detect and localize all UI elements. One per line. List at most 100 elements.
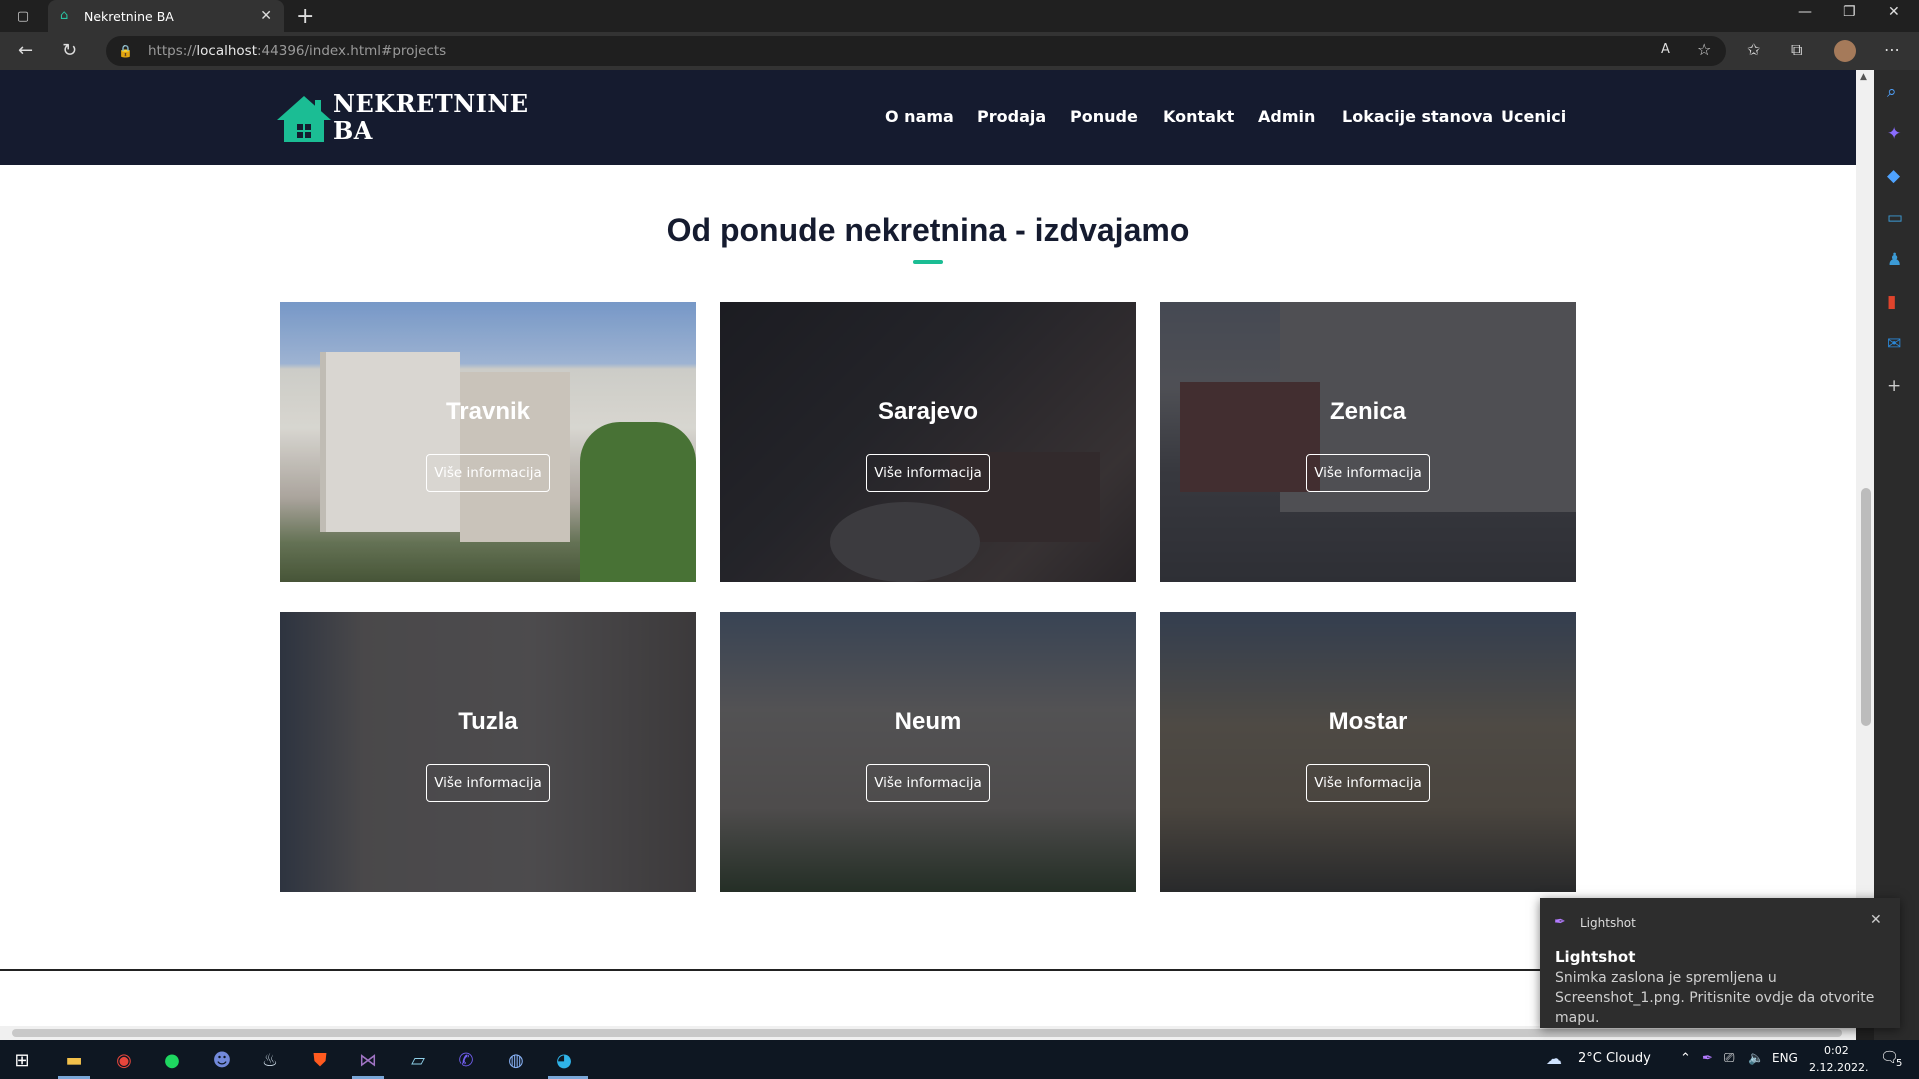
toast-app-name: Lightshot (1580, 916, 1636, 930)
more-info-button[interactable]: Više informacija (426, 454, 550, 492)
chrome-icon[interactable]: ◉ (112, 1048, 136, 1072)
weather-text[interactable]: 2°C Cloudy (1578, 1051, 1651, 1066)
network-icon[interactable]: ⎚ (1724, 1051, 1734, 1066)
toast-close-icon[interactable]: ✕ (1870, 912, 1882, 928)
card-city: Zenica (1329, 398, 1407, 425)
notification-count: 5 (1896, 1058, 1903, 1069)
more-info-button[interactable]: Više informacija (426, 764, 550, 802)
clock-time[interactable]: 0:02 (1824, 1044, 1849, 1057)
url-path: :44396/index.html#projects (257, 43, 447, 59)
new-tab-icon[interactable]: + (296, 4, 314, 29)
nav-admin[interactable]: Admin (1258, 107, 1315, 126)
spotify-icon[interactable]: ● (160, 1048, 184, 1072)
scroll-thumb-horizontal[interactable] (12, 1029, 1842, 1037)
add-favorite-icon[interactable]: ☆ (1697, 40, 1711, 59)
file-explorer-icon[interactable]: ▬ (62, 1048, 86, 1072)
volume-icon[interactable]: 🔈 (1748, 1051, 1764, 1066)
card-travnik[interactable]: Travnik Više informacija (280, 302, 696, 582)
tab-title: Nekretnine BA (84, 8, 174, 24)
start-icon[interactable]: ⊞ (10, 1048, 34, 1072)
nav-kontakt[interactable]: Kontakt (1163, 107, 1234, 126)
cloud-icon[interactable]: ☁ (1546, 1049, 1562, 1068)
brave-icon[interactable]: ⛊ (308, 1048, 332, 1072)
collections-icon[interactable]: ⧉ (1791, 40, 1802, 60)
address-input[interactable]: https://localhost:44396/index.html#proje… (106, 36, 1726, 66)
edge-icon[interactable]: ◕ (552, 1048, 576, 1072)
notification-toast[interactable]: ✒ Lightshot ✕ Lightshot Snimka zaslona j… (1540, 898, 1900, 1028)
clock-date[interactable]: 2.12.2022. (1809, 1061, 1868, 1074)
site-logo[interactable]: NEKRETNINE BA (275, 90, 529, 144)
add-sidebar-icon[interactable]: + (1887, 376, 1901, 396)
viber-icon[interactable]: ✆ (454, 1048, 478, 1072)
card-city: Travnik (445, 398, 531, 425)
office-icon[interactable]: ▮ (1887, 292, 1896, 312)
close-tab-icon[interactable]: ✕ (260, 8, 272, 24)
toast-heading: Lightshot (1555, 948, 1636, 966)
address-toolbar: ← ↻ https://localhost:44396/index.html#p… (0, 32, 1919, 70)
card-city: Mostar (1328, 708, 1408, 735)
lightshot-feather-icon: ✒ (1554, 914, 1566, 930)
card-neum[interactable]: Neum Više informacija (720, 612, 1136, 892)
horizontal-scrollbar[interactable] (0, 1026, 1856, 1040)
card-city: Neum (894, 708, 962, 735)
tray-chevron-icon[interactable]: ⌃ (1680, 1051, 1691, 1066)
more-info-button[interactable]: Više informacija (1306, 454, 1430, 492)
windows-taskbar: ⊞ ▬ ◉ ● ☻ ♨ ⛊ ⋈ ▱ ✆ ◍ ◕ ☁ 2°C Cloudy ⌃ ✒… (0, 1040, 1919, 1079)
browser-tab[interactable]: ⌂ Nekretnine BA ✕ (48, 0, 284, 32)
url-scheme: https:// (148, 43, 197, 59)
section-title: Od ponude nekretnina - izdvajamo (666, 212, 1190, 248)
discover-icon[interactable]: ✦ (1887, 124, 1901, 144)
nav-lokacije-stanova[interactable]: Lokacije stanova (1342, 107, 1493, 126)
scroll-up-icon[interactable]: ▲ (1860, 72, 1867, 82)
brand-line-2: BA (333, 116, 373, 145)
notepad-icon[interactable]: ▱ (406, 1048, 430, 1072)
shopping-tag-icon[interactable]: ◆ (1887, 166, 1900, 186)
nav-ponude[interactable]: Ponude (1070, 107, 1138, 126)
more-menu-icon[interactable]: ⋯ (1884, 40, 1900, 59)
favorites-icon[interactable]: ✩ (1747, 40, 1760, 59)
tab-actions-icon[interactable]: ▢ (12, 6, 34, 26)
brand-line-1: NEKRETNINE (333, 89, 529, 118)
title-underline (913, 260, 943, 264)
house-logo-icon (277, 96, 331, 142)
visual-studio-icon[interactable]: ⋈ (356, 1048, 380, 1072)
steam-icon[interactable]: ♨ (258, 1048, 282, 1072)
read-aloud-icon[interactable]: A (1661, 42, 1670, 57)
card-tuzla[interactable]: Tuzla Više informacija (280, 612, 696, 892)
card-zenica[interactable]: Zenica Više informacija (1160, 302, 1576, 582)
discord-icon[interactable]: ☻ (210, 1048, 234, 1072)
nav-prodaja[interactable]: Prodaja (977, 107, 1046, 126)
nav-o-nama[interactable]: O nama (885, 107, 954, 126)
edge-sidebar: ⌕ ✦ ◆ ▭ ♟ ▮ ✉ + (1874, 70, 1919, 1040)
browser-titlebar: ▢ ⌂ Nekretnine BA ✕ + — ❐ ✕ (0, 0, 1919, 32)
more-info-button[interactable]: Više informacija (866, 764, 990, 802)
vertical-scrollbar[interactable]: ▲ (1856, 70, 1874, 1026)
games-icon[interactable]: ♟ (1887, 250, 1902, 270)
card-mostar[interactable]: Mostar Više informacija (1160, 612, 1576, 892)
house-favicon-icon: ⌂ (60, 8, 69, 23)
nav-ucenici[interactable]: Ucenici (1501, 107, 1566, 126)
more-info-button[interactable]: Više informacija (1306, 764, 1430, 802)
toast-body: Snimka zaslona je spremljena u Screensho… (1555, 970, 1875, 1026)
tools-icon[interactable]: ▭ (1887, 208, 1903, 228)
refresh-icon[interactable]: ↻ (62, 40, 77, 61)
url-host: localhost (196, 43, 257, 59)
more-info-button[interactable]: Više informacija (866, 454, 990, 492)
search-icon[interactable]: ⌕ (1887, 82, 1897, 102)
app-icon[interactable]: ◍ (504, 1048, 528, 1072)
card-city: Sarajevo (877, 398, 979, 425)
profile-avatar[interactable] (1834, 40, 1856, 62)
back-icon[interactable]: ← (18, 40, 33, 61)
card-sarajevo[interactable]: Sarajevo Više informacija (720, 302, 1136, 582)
card-city: Tuzla (458, 708, 518, 735)
scroll-thumb[interactable] (1861, 488, 1871, 726)
minimize-icon[interactable]: — (1798, 4, 1812, 20)
outlook-icon[interactable]: ✉ (1887, 334, 1901, 354)
close-window-icon[interactable]: ✕ (1888, 4, 1900, 20)
language-indicator[interactable]: ENG (1772, 1051, 1798, 1065)
lightshot-tray-icon[interactable]: ✒ (1702, 1051, 1713, 1066)
page-viewport: NEKRETNINE BA O nama Prodaja Ponude Kont… (0, 70, 1856, 1026)
site-header: NEKRETNINE BA O nama Prodaja Ponude Kont… (0, 70, 1856, 165)
restore-icon[interactable]: ❐ (1843, 4, 1856, 20)
lock-icon[interactable]: 🔒 (118, 44, 133, 58)
